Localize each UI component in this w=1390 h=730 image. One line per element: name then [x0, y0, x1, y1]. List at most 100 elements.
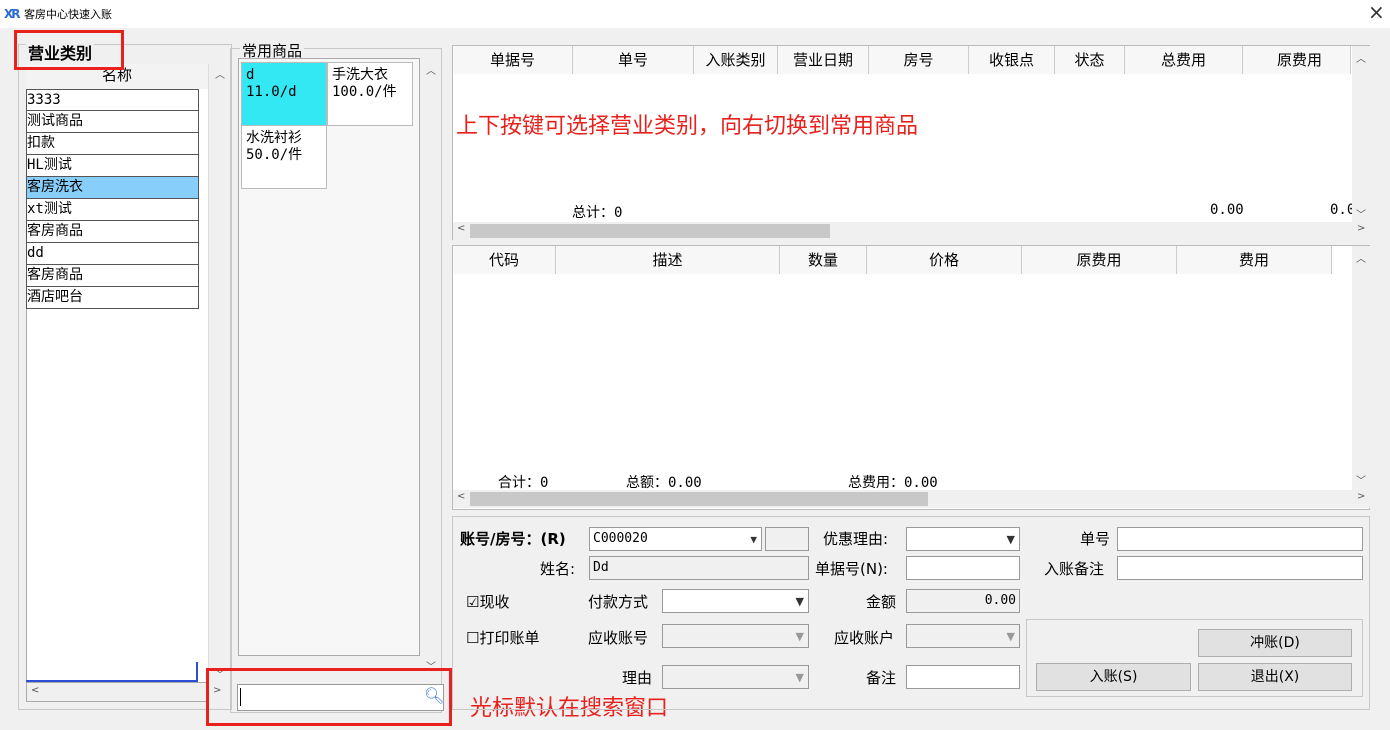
category-horizontal-scrollbar[interactable]: < > [26, 682, 221, 702]
reason-select[interactable]: ▼ [662, 665, 809, 689]
bill-no-field[interactable] [906, 556, 1020, 580]
dropdown-arrow-icon[interactable]: ▼ [796, 626, 804, 648]
bill-total-count: 总计：0 [572, 205, 623, 221]
pay-method-select[interactable]: ▼ [662, 589, 809, 613]
category-list-item[interactable]: HL测试 [26, 155, 199, 177]
scroll-down-icon[interactable]: ﹀ [1356, 472, 1366, 487]
close-icon[interactable]: × [1368, 0, 1385, 24]
dropdown-arrow-icon[interactable]: ▼ [750, 529, 757, 551]
amount-label: 金额 [866, 593, 897, 611]
detail-total-fee: 总费用：0.00 [848, 475, 938, 491]
category-list-item[interactable]: 3333 [26, 89, 199, 111]
column-header[interactable]: 费用 [1177, 246, 1332, 274]
annotation-box-search [206, 668, 452, 726]
detail-vertical-scrollbar[interactable]: ︿ ﹀ [1352, 246, 1370, 490]
account-value: C000020 [593, 531, 648, 546]
scroll-left-icon[interactable]: < [457, 223, 465, 234]
dropdown-arrow-icon[interactable]: ▼ [1007, 529, 1015, 551]
scroll-right-icon[interactable]: > [1357, 491, 1365, 502]
goods-tile-name: 水洗衬衫 [246, 130, 302, 146]
category-list-item[interactable]: 客房洗衣 [26, 177, 199, 199]
column-header[interactable]: 房号 [869, 46, 969, 74]
goods-tile-price: 100.0/件 [332, 84, 397, 100]
bill-vertical-scrollbar[interactable]: ︿ ﹀ [1352, 46, 1370, 222]
order-no-label: 单号 [1080, 530, 1111, 548]
detail-total-amount: 总额：0.00 [626, 475, 702, 491]
category-list-item[interactable]: dd [26, 243, 199, 265]
bill-no-label: 单据号(N): [815, 560, 888, 578]
title-bar [0, 0, 1390, 28]
scroll-down-icon[interactable]: ﹀ [1356, 206, 1366, 221]
dropdown-arrow-icon[interactable]: ▼ [796, 667, 804, 689]
goods-tile-price: 11.0/d [246, 84, 297, 100]
category-list-item[interactable]: 客房商品 [26, 221, 199, 243]
column-header[interactable]: 收银点 [969, 46, 1055, 74]
column-header[interactable]: 营业日期 [778, 46, 869, 74]
focus-indicator [196, 662, 198, 682]
category-list-item[interactable]: 酒店吧台 [26, 287, 199, 309]
entry-remark-field[interactable] [1117, 556, 1363, 580]
scroll-left-icon[interactable]: < [457, 491, 465, 502]
dropdown-arrow-icon[interactable]: ▼ [1007, 626, 1015, 648]
column-header[interactable]: 状态 [1055, 46, 1125, 74]
recv-acct-select[interactable]: ▼ [906, 624, 1020, 648]
column-header[interactable]: 价格 [867, 246, 1022, 274]
scroll-left-icon[interactable]: < [31, 685, 39, 696]
column-header[interactable]: 原费用 [1022, 246, 1177, 274]
pay-method-label: 付款方式 [588, 593, 649, 611]
column-header[interactable]: 入账类别 [694, 46, 778, 74]
scroll-up-icon[interactable]: ︿ [426, 62, 436, 77]
goods-tile[interactable]: 水洗衬衫 50.0/件 [241, 125, 327, 189]
account-select[interactable]: C000020 ▼ [589, 527, 762, 551]
column-header[interactable]: 单据号 [453, 46, 573, 74]
scrollbar-thumb[interactable] [470, 492, 928, 506]
goods-tile-name: 手洗大衣 [332, 67, 388, 83]
print-bill-checkbox[interactable]: ☐打印账单 [466, 627, 539, 648]
goods-tile[interactable]: d 11.0/d [241, 62, 327, 126]
name-label: 姓名: [540, 560, 576, 578]
reverse-button[interactable]: 冲账(D) [1198, 629, 1352, 657]
category-list-item[interactable]: 测试商品 [26, 111, 199, 133]
recv-account-select[interactable]: ▼ [662, 624, 809, 648]
account-label: 账号/房号：(R) [460, 530, 566, 548]
scroll-up-icon[interactable]: ︿ [215, 66, 225, 81]
column-header[interactable]: 单号 [573, 46, 694, 74]
category-list-item[interactable]: xt测试 [26, 199, 199, 221]
order-no-field[interactable] [1117, 527, 1363, 551]
dropdown-arrow-icon[interactable]: ▼ [796, 591, 804, 613]
column-header[interactable]: 描述 [556, 246, 780, 274]
discount-reason-select[interactable]: ▼ [906, 527, 1020, 551]
cash-checkbox[interactable]: ☑现收 [466, 591, 509, 612]
annotation-box-category [14, 30, 124, 70]
scrollbar-thumb[interactable] [470, 224, 830, 238]
category-list-item[interactable]: 扣款 [26, 133, 199, 155]
category-vertical-scrollbar[interactable]: ︿ ﹀ [208, 64, 230, 684]
goods-tile-name: d [246, 67, 255, 83]
scroll-up-icon[interactable]: ︿ [1356, 250, 1366, 265]
column-header[interactable]: 总费用 [1125, 46, 1243, 74]
recv-account-label: 应收账号 [588, 629, 649, 647]
remark-field[interactable] [906, 665, 1020, 689]
category-list-item[interactable]: 客房商品 [26, 265, 199, 287]
goods-tile-price: 50.0/件 [246, 147, 303, 163]
entry-remark-label: 入账备注 [1044, 560, 1105, 578]
scroll-right-icon[interactable]: > [1357, 223, 1365, 234]
amount-field[interactable]: 0.00 [906, 589, 1020, 613]
scroll-up-icon[interactable]: ︿ [1356, 50, 1366, 65]
post-button[interactable]: 入账(S) [1036, 663, 1191, 691]
name-field[interactable]: Dd [589, 556, 809, 580]
bill-total-sum: 0.00 [1210, 202, 1244, 218]
window-title: 客房中心快速入账 [24, 8, 112, 21]
column-header[interactable]: 代码 [453, 246, 556, 274]
remark-label: 备注 [866, 669, 897, 687]
keyboard-hint-annotation: 上下按键可选择营业类别，向右切换到常用商品 [456, 114, 919, 139]
app-logo-icon: XR [4, 7, 20, 21]
exit-button[interactable]: 退出(X) [1198, 663, 1352, 691]
goods-vertical-scrollbar[interactable]: ︿ ﹀ [420, 58, 442, 678]
column-header[interactable]: 数量 [780, 246, 867, 274]
discount-reason-label: 优惠理由: [823, 530, 889, 548]
recv-acct-label: 应收账户 [834, 629, 895, 647]
goods-tile[interactable]: 手洗大衣 100.0/件 [327, 62, 413, 126]
account-extra-field[interactable] [765, 527, 809, 551]
column-header[interactable]: 原费用 [1243, 46, 1351, 74]
